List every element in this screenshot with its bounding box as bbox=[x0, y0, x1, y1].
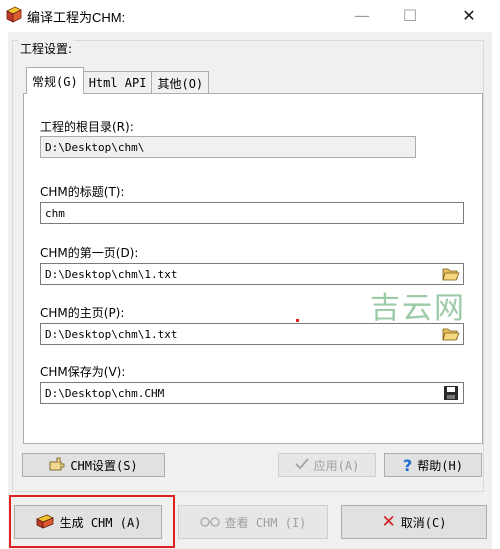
tab-strip: 常规(G) Html API 其他(O) bbox=[26, 67, 210, 94]
settings-hand-icon bbox=[49, 457, 65, 474]
red-x-icon: ✕ bbox=[381, 512, 396, 532]
question-mark-icon: ? bbox=[403, 455, 413, 475]
help-button[interactable]: ? 帮助(H) bbox=[384, 453, 482, 477]
root-dir-field[interactable]: D:\Desktop\chm\ bbox=[40, 136, 416, 158]
root-dir-label: 工程的根目录(R): bbox=[40, 120, 134, 134]
window-title: 编译工程为CHM: bbox=[27, 10, 126, 25]
marker-dot bbox=[296, 319, 299, 322]
chm-title-label: CHM的标题(T): bbox=[40, 185, 125, 199]
folder-open-icon[interactable] bbox=[440, 324, 462, 344]
first-page-input[interactable]: D:\Desktop\chm\1.txt bbox=[40, 263, 464, 285]
view-chm-button[interactable]: 查看 CHM (I) bbox=[178, 505, 328, 539]
group-title: 工程设置: bbox=[18, 40, 75, 57]
chm-settings-label: CHM设置(S) bbox=[70, 458, 138, 473]
help-label: 帮助(H) bbox=[417, 458, 463, 473]
view-chm-label: 查看 CHM (I) bbox=[224, 515, 307, 530]
minimize-button[interactable]: — bbox=[339, 0, 385, 31]
watermark-text: 吉云网 bbox=[370, 291, 466, 326]
tab-other[interactable]: 其他(O) bbox=[151, 71, 210, 94]
first-page-label: CHM的第一页(D): bbox=[40, 246, 139, 260]
cancel-button[interactable]: ✕ 取消(C) bbox=[341, 505, 487, 539]
highlight-box bbox=[9, 495, 175, 548]
tab-general[interactable]: 常规(G) bbox=[26, 67, 84, 94]
floppy-save-icon[interactable] bbox=[440, 383, 462, 403]
maximize-button[interactable]: ☐ bbox=[387, 0, 433, 31]
chm-settings-button[interactable]: CHM设置(S) bbox=[22, 453, 165, 477]
glasses-icon bbox=[199, 515, 220, 530]
app-book-icon[interactable] bbox=[4, 5, 24, 25]
checkmark-icon bbox=[294, 457, 309, 473]
tab-html-api[interactable]: Html API bbox=[82, 71, 153, 94]
folder-open-icon[interactable] bbox=[440, 264, 462, 284]
apply-label: 应用(A) bbox=[313, 458, 360, 473]
apply-button[interactable]: 应用(A) bbox=[278, 453, 376, 477]
close-button[interactable]: ✕ bbox=[446, 0, 492, 31]
home-page-label: CHM的主页(P): bbox=[40, 306, 125, 320]
cancel-label: 取消(C) bbox=[400, 515, 447, 530]
chm-title-input[interactable]: chm bbox=[40, 202, 464, 224]
save-as-label: CHM保存为(V): bbox=[40, 365, 126, 379]
title-bar: 编译工程为CHM: — ☐ ✕ bbox=[0, 0, 500, 31]
save-as-input[interactable]: D:\Desktop\chm.CHM bbox=[40, 382, 464, 404]
